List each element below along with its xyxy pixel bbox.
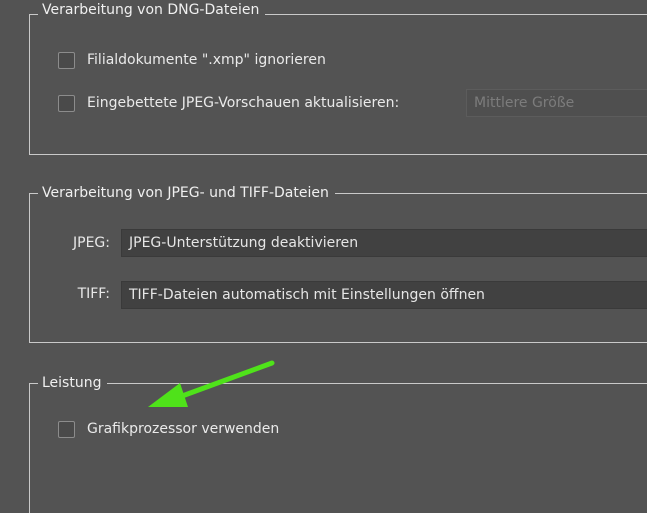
jpeg-tiff-section-title: Verarbeitung von JPEG- und TIFF-Dateien [38,184,335,202]
preview-size-select[interactable]: Mittlere Größe [466,89,647,117]
dng-processing-group: Verarbeitung von DNG-Dateien [29,1,647,155]
performance-section-title: Leistung [38,374,108,392]
tiff-label: TIFF: [77,286,110,302]
gpu-label: Grafikprozessor verwenden [87,421,280,437]
dng-section-title: Verarbeitung von DNG-Dateien [38,1,266,19]
update-previews-label: Eingebettete JPEG-Vorschauen aktualisier… [87,95,400,111]
performance-group: Leistung [29,374,647,513]
ignore-xmp-label: Filialdokumente ".xmp" ignorieren [87,52,326,68]
ignore-xmp-checkbox[interactable] [58,52,75,69]
update-previews-checkbox[interactable] [58,95,75,112]
gpu-checkbox[interactable] [58,421,75,438]
jpeg-tiff-processing-group: Verarbeitung von JPEG- und TIFF-Dateien [29,184,647,343]
jpeg-label: JPEG: [73,235,110,251]
jpeg-handling-select[interactable]: JPEG-Unterstützung deaktivieren [121,229,647,257]
annotation-arrow-icon [148,360,275,407]
tiff-handling-select[interactable]: TIFF-Dateien automatisch mit Einstellung… [121,281,647,309]
